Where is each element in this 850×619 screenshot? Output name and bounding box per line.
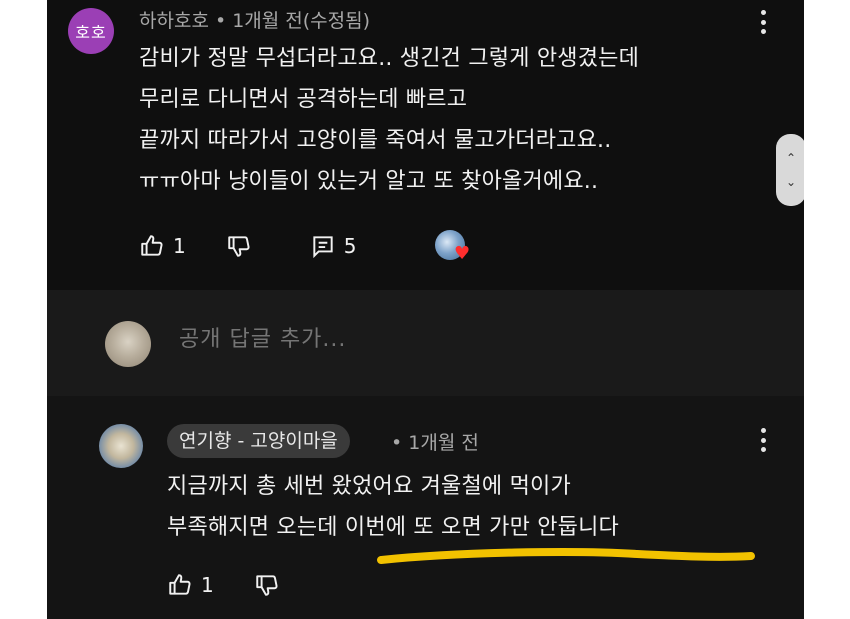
more-options-icon[interactable] bbox=[760, 10, 766, 34]
comment-line-3: 끝까지 따라가서 고양이를 죽여서 물고가더라고요.. bbox=[139, 128, 612, 153]
dislike-button[interactable] bbox=[226, 233, 252, 259]
comment-line-1: 감비가 정말 무섭더라고요.. 생긴건 그렇게 안생겼는데 bbox=[139, 46, 640, 71]
reply-input[interactable] bbox=[179, 327, 719, 352]
app-frame: 호호 하하호호 • 1개월 전(수정됨) 감비가 정말 무섭더라고요.. 생긴건… bbox=[47, 0, 804, 619]
comment-actions: 1 5 bbox=[139, 229, 356, 263]
like-count: 1 bbox=[173, 234, 186, 258]
like-button[interactable]: 1 bbox=[139, 233, 186, 259]
like-icon bbox=[169, 574, 191, 595]
comment-meta: 하하호호 • 1개월 전(수정됨) bbox=[139, 10, 371, 32]
like-icon bbox=[141, 235, 163, 256]
heart-icon: ♥ bbox=[454, 243, 471, 264]
reply-count: 5 bbox=[343, 234, 357, 258]
dislike-icon bbox=[256, 575, 278, 596]
replies-icon bbox=[313, 236, 333, 259]
avatar[interactable]: 호호 bbox=[68, 8, 114, 54]
user-avatar bbox=[105, 321, 151, 367]
replies-button[interactable]: 5 bbox=[310, 233, 357, 259]
scroll-down-icon[interactable]: ⌄ bbox=[786, 176, 796, 188]
comment-line-2: 무리로 다니면서 공격하는데 빠르고 bbox=[139, 87, 468, 112]
scrollbar[interactable]: ⌃ ⌄ bbox=[776, 134, 804, 206]
like-button[interactable]: 1 bbox=[167, 572, 214, 598]
comment-thread: 호호 하하호호 • 1개월 전(수정됨) 감비가 정말 무섭더라고요.. 생긴건… bbox=[47, 0, 804, 290]
comment-meta: • 1개월 전 bbox=[391, 432, 479, 454]
more-options-icon[interactable] bbox=[760, 428, 766, 452]
like-count: 1 bbox=[201, 573, 214, 597]
dislike-icon bbox=[228, 236, 250, 257]
highlight-underline bbox=[377, 548, 755, 564]
comment-line-4: ㅠㅠ아마 냥이들이 있는거 알고 또 찾아올거에요.. bbox=[139, 169, 599, 194]
avatar[interactable] bbox=[99, 424, 143, 468]
reply-line-1: 지금까지 총 세번 왔었어요 겨울철에 먹이가 bbox=[167, 474, 571, 499]
scroll-up-icon[interactable]: ⌃ bbox=[786, 152, 796, 164]
author-badge[interactable]: 연기향 - 고양이마을 bbox=[167, 424, 350, 458]
reply-actions: 1 bbox=[167, 568, 280, 602]
dislike-button[interactable] bbox=[254, 572, 280, 598]
